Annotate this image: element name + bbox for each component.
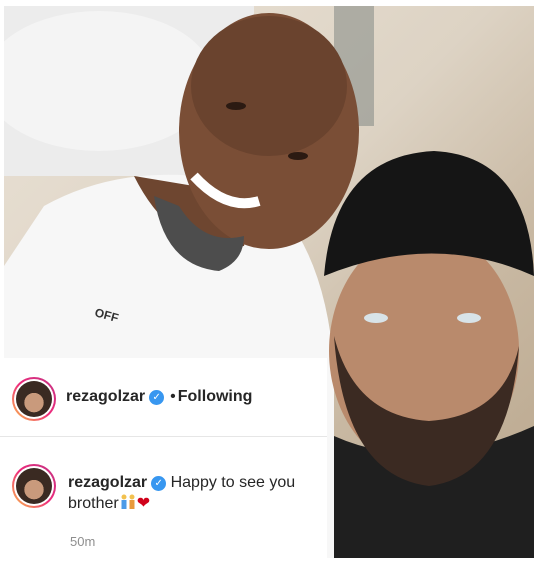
header-username[interactable]: rezagolzar — [66, 388, 145, 405]
following-button[interactable]: Following — [178, 388, 253, 405]
verified-badge-icon: ✓ — [149, 390, 165, 405]
comment-avatar[interactable] — [12, 464, 56, 508]
comment-row: rezagolzar ✓ Happy to see you brother ❤ 5… — [0, 438, 327, 558]
comment-text: rezagolzar ✓ Happy to see you brother ❤ — [68, 472, 318, 514]
post-overlay-card: rezagolzar ✓ • Following rezagolzar ✓ Happy … — [0, 358, 327, 558]
post-header: rezagolzar ✓ • Following — [0, 358, 327, 437]
avatar-image — [16, 381, 52, 417]
separator-dot: • — [170, 388, 176, 405]
red-heart-icon: ❤ — [136, 495, 151, 512]
avatar-image — [16, 468, 52, 504]
couple-emoji-icon — [121, 494, 135, 509]
comment-timestamp: 50m — [70, 534, 96, 549]
verified-badge-icon: ✓ — [151, 476, 167, 491]
user-avatar[interactable] — [12, 377, 56, 421]
comment-username[interactable]: rezagolzar — [68, 474, 147, 491]
